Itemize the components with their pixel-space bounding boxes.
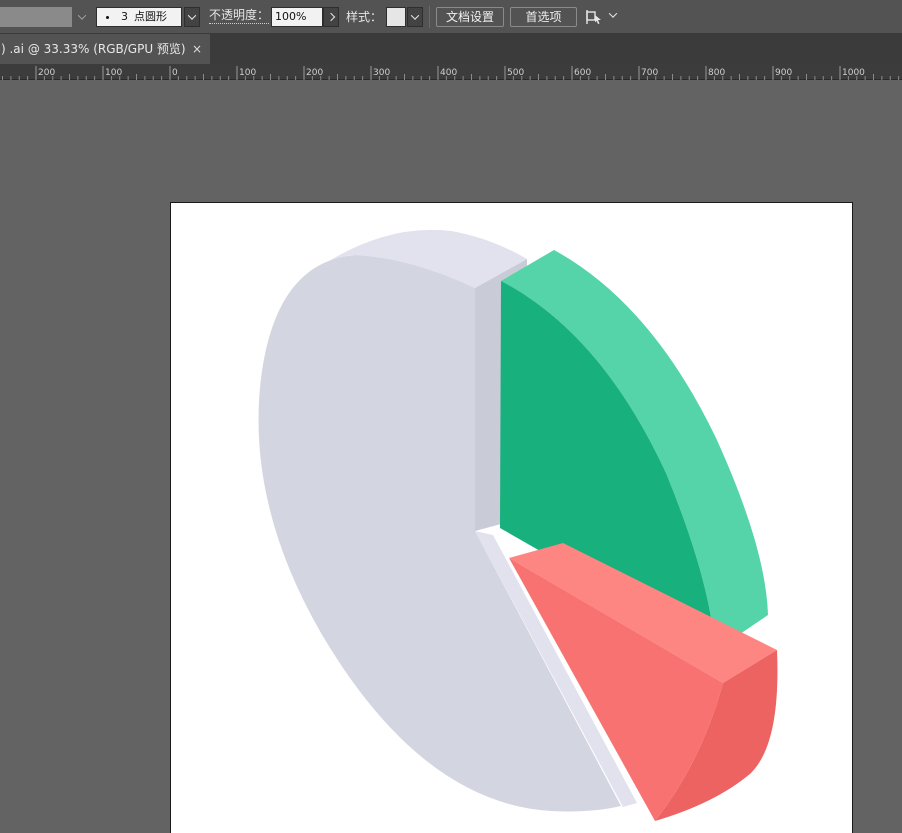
ruler-tick-label: 900 <box>775 68 792 78</box>
preferences-button[interactable]: 首选项 <box>510 7 577 27</box>
ruler-tick-label: 700 <box>641 68 658 78</box>
style-dropdown-button[interactable] <box>407 7 423 27</box>
chevron-down-icon <box>187 11 197 20</box>
ruler-tick-label: 800 <box>708 68 725 78</box>
brush-size-value: 3 <box>121 10 128 23</box>
control-bar: 3 点圆形 不透明度： 100% 样式： 文档设置 首选项 <box>0 0 902 34</box>
stroke-dropdown-button[interactable] <box>74 7 90 27</box>
stroke-color-swatch[interactable] <box>0 7 72 27</box>
ruler-tick-label: 300 <box>373 68 390 78</box>
chevron-down-icon <box>608 9 618 18</box>
opacity-slider-button[interactable] <box>323 7 339 27</box>
chevron-down-icon <box>77 11 87 20</box>
ruler-tick-label: 0 <box>172 68 178 78</box>
ruler-tick-label: 600 <box>574 68 591 78</box>
close-icon[interactable]: × <box>192 34 202 64</box>
toolbar-divider <box>429 6 430 28</box>
ruler-tick-label: 100 <box>105 68 122 78</box>
brush-dot-icon <box>106 15 109 19</box>
isometric-pie-chart-artwork[interactable] <box>171 203 853 833</box>
ruler-tick-label: 400 <box>440 68 457 78</box>
ruler-tick-label: 200 <box>306 68 323 78</box>
ruler-ticks: 200 100 0 100 200 300 400 500 600 700 800 900 1000 <box>2 66 900 80</box>
opacity-label[interactable]: 不透明度： <box>209 8 270 24</box>
ruler-tick-label: 100 <box>239 68 256 78</box>
brush-dropdown-button[interactable] <box>184 7 200 27</box>
document-setup-button[interactable]: 文档设置 <box>436 7 504 27</box>
brush-definition-field[interactable]: 3 点圆形 <box>96 7 182 27</box>
canvas-area[interactable] <box>0 80 902 833</box>
ruler-tick-label: 200 <box>38 68 55 78</box>
graphic-style-swatch[interactable] <box>386 7 406 27</box>
illustrator-window: 3 点圆形 不透明度： 100% 样式： 文档设置 首选项) .ai @ 33… <box>0 0 902 833</box>
horizontal-ruler[interactable]: 200 100 0 100 200 300 400 500 600 700 800 900 1000 <box>0 64 902 80</box>
ruler-tick-label: 1000 <box>842 68 865 78</box>
chevron-down-icon <box>410 11 420 20</box>
opacity-input[interactable]: 100% <box>271 7 323 27</box>
brush-shape-label: 点圆形 <box>134 10 167 23</box>
document-tab[interactable]: ) .ai @ 33.33% (RGB/GPU 预览) × <box>0 34 210 64</box>
arrange-dropdown[interactable] <box>608 9 618 20</box>
artboard[interactable] <box>170 202 853 833</box>
arrange-icon[interactable] <box>586 9 604 25</box>
style-label: 样式： <box>346 10 383 24</box>
ruler-tick-label: 500 <box>507 68 524 78</box>
chevron-right-icon <box>326 12 336 22</box>
document-tab-bar: ) .ai @ 33.33% (RGB/GPU 预览) × <box>0 34 902 64</box>
document-tab-title: ) .ai @ 33.33% (RGB/GPU 预览) <box>1 42 186 56</box>
